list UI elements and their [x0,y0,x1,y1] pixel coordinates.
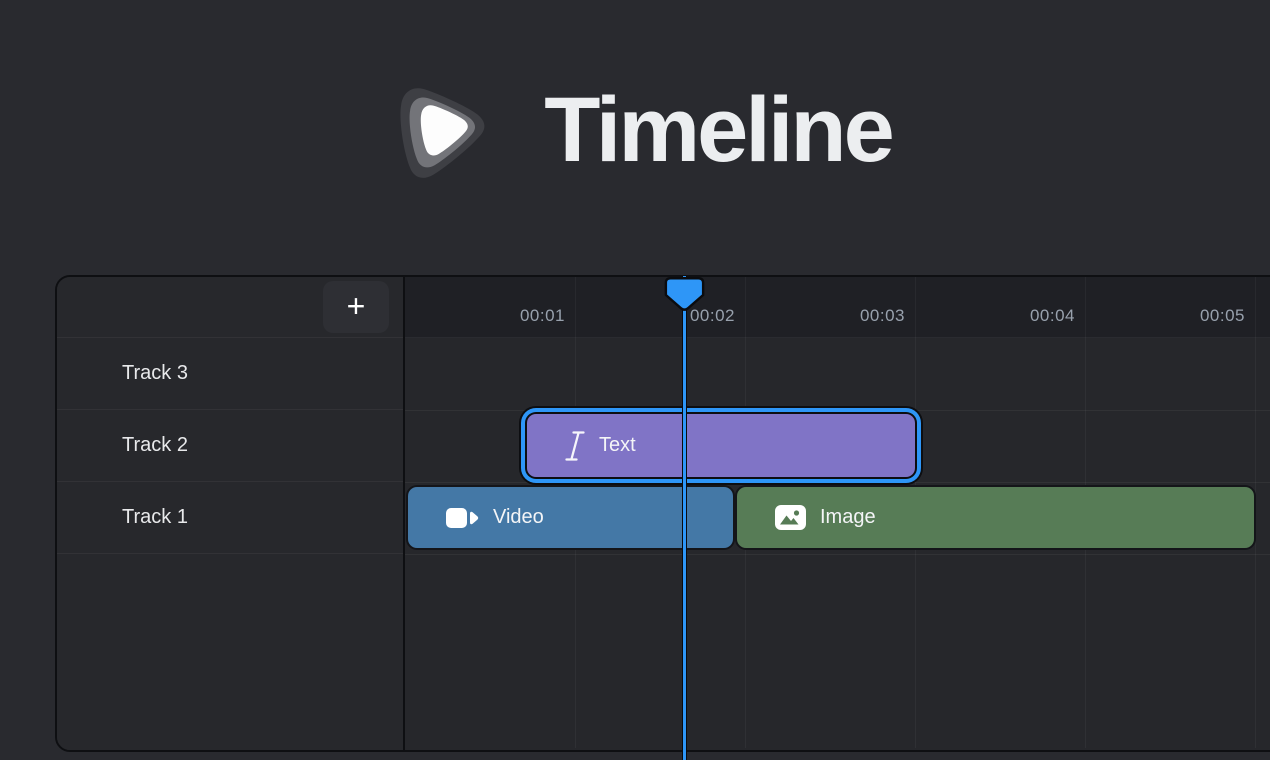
ruler-tick: 00:01 [405,277,575,337]
row-divider [405,554,1270,555]
ruler-tick: 00:03 [745,277,915,337]
ruler-tick: 00:04 [915,277,1085,337]
time-ruler[interactable]: 00:01 00:02 00:03 00:04 00:05 [405,277,1270,338]
italic-text-icon [565,430,585,462]
image-icon [775,505,806,530]
track-header-track-1[interactable]: Track 1 [57,482,403,554]
video-camera-icon [446,507,479,529]
app-title: Timeline [544,84,892,176]
track-label: Track 1 [122,506,188,529]
track-header-track-2[interactable]: Track 2 [57,410,403,482]
track-label: Track 3 [122,362,188,385]
playhead-handle[interactable] [664,276,705,314]
track-header-track-3[interactable]: Track 3 [57,338,403,410]
row-divider [405,410,1270,411]
ruler-tick: 00:02 [575,277,745,337]
app-canvas: Timeline + Track 3 Track 2 Track 1 00:01… [0,0,1270,760]
row-divider [405,482,1270,483]
clip-label: Image [820,506,876,529]
timeline-panel: + Track 3 Track 2 Track 1 00:01 00:02 00… [55,275,1270,752]
clip-label: Text [599,434,636,457]
ruler-tick: 00:05 [1085,277,1255,337]
gridline [1255,277,1256,748]
clip-text[interactable]: Text [527,414,915,477]
clip-image[interactable]: Image [737,487,1254,548]
app-header: Timeline [0,50,1270,210]
timeline-area: 00:01 00:02 00:03 00:04 00:05 [405,277,1270,750]
playhead-line [682,276,687,760]
play-logo-icon [378,65,510,195]
track-header-toolbar: + [57,277,403,338]
track-header-column: + Track 3 Track 2 Track 1 [57,277,405,750]
clip-label: Video [493,506,544,529]
track-label: Track 2 [122,434,188,457]
add-track-button[interactable]: + [323,281,389,333]
